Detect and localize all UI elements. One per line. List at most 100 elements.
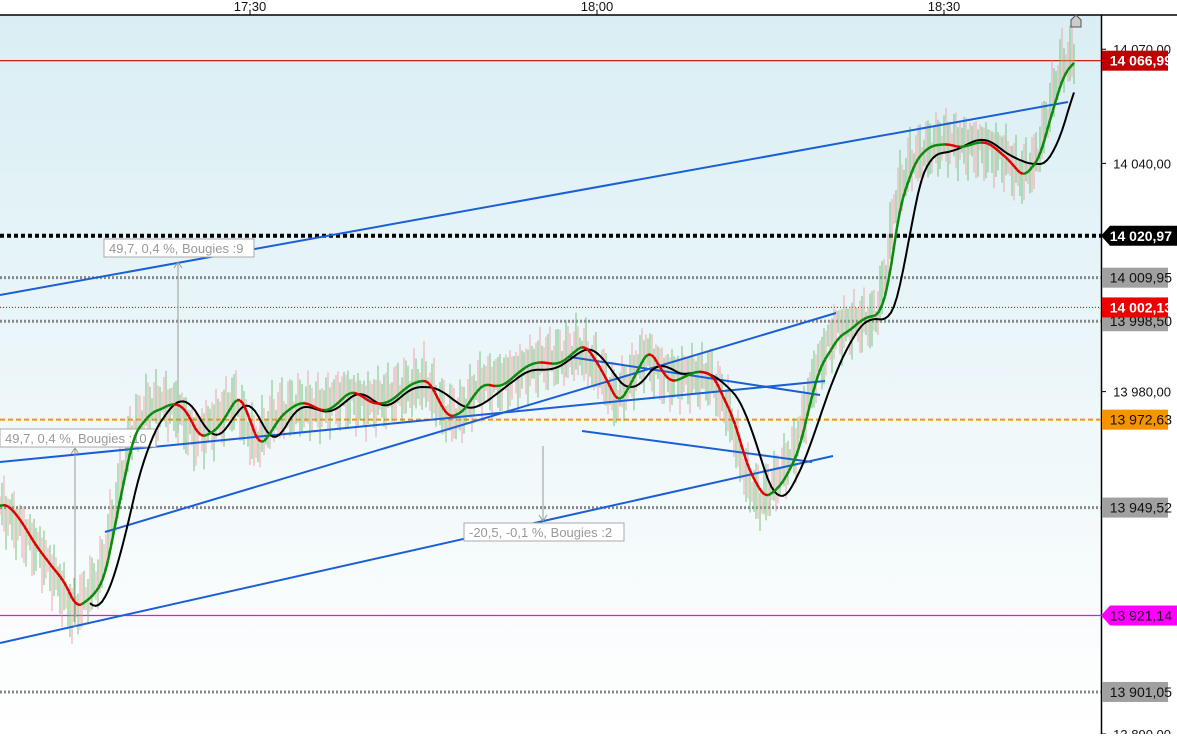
moving-average-fast-segment: [483, 385, 486, 386]
moving-average-fast-segment: [156, 410, 159, 411]
moving-average-fast-segment: [930, 146, 933, 147]
moving-average-fast-segment: [297, 404, 300, 405]
moving-average-fast-segment: [165, 406, 168, 407]
moving-average-fast-segment: [867, 317, 870, 318]
moving-average-fast-segment: [81, 603, 84, 605]
moving-average-fast-segment: [366, 399, 369, 401]
price-tick-label: 14 040,00: [1113, 156, 1171, 171]
moving-average-fast-segment: [360, 395, 363, 397]
moving-average-fast-segment: [528, 365, 531, 366]
moving-average-fast-segment: [987, 143, 990, 144]
moving-average-fast-segment: [0, 505, 3, 506]
moving-average-fast-segment: [210, 432, 213, 434]
moving-average-fast-segment: [969, 144, 972, 145]
moving-average-fast-segment: [177, 405, 180, 406]
moving-average-fast-segment: [408, 385, 411, 387]
moving-average-fast-segment: [447, 413, 450, 415]
moving-average-fast-segment: [411, 383, 414, 385]
moving-average-fast-segment: [327, 409, 330, 410]
moving-average-fast-segment: [201, 435, 204, 436]
price-level-label: 13 921,14: [1110, 608, 1172, 624]
moving-average-fast-segment: [345, 394, 348, 396]
time-tick-label: 18:30: [928, 0, 961, 14]
moving-average-fast-segment: [765, 495, 768, 496]
moving-average-fast-segment: [372, 402, 375, 403]
moving-average-fast-segment: [348, 393, 351, 394]
moving-average-fast-segment: [453, 415, 456, 416]
moving-average-fast-segment: [501, 384, 504, 385]
moving-average-fast-segment: [480, 386, 483, 388]
moving-average-fast-segment: [702, 372, 705, 373]
moving-average-fast-segment: [387, 401, 390, 402]
price-level-label: 14 002,13: [1110, 299, 1172, 315]
moving-average-fast-segment: [669, 379, 672, 381]
moving-average-fast-segment: [309, 404, 312, 405]
moving-average-fast-segment: [384, 402, 387, 403]
moving-average-fast-segment: [315, 407, 318, 408]
moving-average-fast-segment: [168, 405, 171, 406]
moving-average-fast-segment: [204, 435, 207, 436]
moving-average-fast-segment: [675, 380, 678, 381]
moving-average-fast-segment: [846, 331, 849, 333]
measure-label: -20,5, -0,1 %, Bougies :2: [469, 525, 612, 540]
moving-average-fast-segment: [84, 600, 87, 602]
moving-average-fast-segment: [1023, 173, 1026, 174]
moving-average-fast-segment: [504, 382, 507, 384]
moving-average-fast-segment: [564, 358, 567, 360]
price-level-label: 13 901,05: [1110, 684, 1172, 700]
moving-average-fast-segment: [525, 366, 528, 368]
moving-average-fast-segment: [459, 411, 462, 413]
price-chart[interactable]: 17:30 18:00 18:30 49,7, 0,4 %, Bougies :9 4…: [0, 0, 1177, 734]
price-level-label: 14 009,95: [1110, 270, 1172, 286]
moving-average-fast-segment: [207, 433, 210, 434]
moving-average-fast-segment: [768, 494, 771, 496]
moving-average-fast-segment: [294, 405, 297, 407]
moving-average-fast-segment: [948, 145, 951, 146]
moving-average-fast-segment: [330, 407, 333, 409]
moving-average-fast-segment: [291, 406, 294, 408]
moving-average-fast-segment: [990, 145, 993, 147]
time-tick-label: 17:30: [234, 0, 267, 14]
price-level-label: 14 066,99: [1110, 53, 1172, 69]
moving-average-fast-segment: [534, 363, 537, 364]
moving-average-fast-segment: [585, 348, 588, 350]
moving-average-fast-segment: [558, 362, 561, 363]
moving-average-fast-segment: [153, 411, 156, 413]
moving-average-fast-segment: [363, 397, 366, 399]
moving-average-fast-segment: [312, 406, 315, 407]
price-axis-background: [1102, 16, 1177, 734]
moving-average-fast-segment: [681, 377, 684, 378]
moving-average-fast-segment: [456, 413, 459, 414]
moving-average-fast-segment: [1020, 173, 1023, 174]
moving-average-fast-segment: [927, 147, 930, 149]
price-level-label: 13 949,52: [1110, 500, 1172, 516]
price-level-label: 13 972,63: [1110, 412, 1172, 428]
moving-average-fast-segment: [369, 401, 372, 402]
measure-label: 49,7, 0,4 %, Bougies :10: [5, 431, 147, 446]
moving-average-fast-segment: [531, 363, 534, 364]
moving-average-fast-segment: [984, 143, 987, 144]
moving-average-fast-segment: [933, 145, 936, 146]
moving-average-fast-segment: [954, 146, 957, 147]
moving-average-fast-segment: [951, 145, 954, 146]
time-tick-label: 18:00: [581, 0, 614, 14]
moving-average-fast-segment: [354, 393, 357, 394]
moving-average-fast-segment: [708, 374, 711, 376]
moving-average-fast-segment: [975, 143, 978, 144]
moving-average-fast-segment: [162, 407, 165, 409]
moving-average-fast-segment: [426, 381, 429, 383]
moving-average-fast-segment: [390, 399, 393, 401]
moving-average-fast-segment: [561, 360, 564, 362]
moving-average-fast-segment: [498, 385, 501, 386]
moving-average-fast-segment: [972, 143, 975, 144]
chart-canvas[interactable]: 17:30 18:00 18:30 49,7, 0,4 %, Bougies :9 4…: [0, 0, 1177, 734]
moving-average-fast-segment: [306, 403, 309, 404]
measure-label: 49,7, 0,4 %, Bougies :9: [109, 241, 243, 256]
moving-average-fast-segment: [870, 316, 873, 317]
moving-average-fast-segment: [555, 363, 558, 364]
moving-average-fast-segment: [579, 347, 582, 348]
price-tick-label: 13 980,00: [1113, 385, 1171, 400]
moving-average-fast-segment: [417, 381, 420, 382]
moving-average-fast-segment: [357, 394, 360, 395]
price-tick-label: 13 890,00: [1113, 727, 1171, 734]
